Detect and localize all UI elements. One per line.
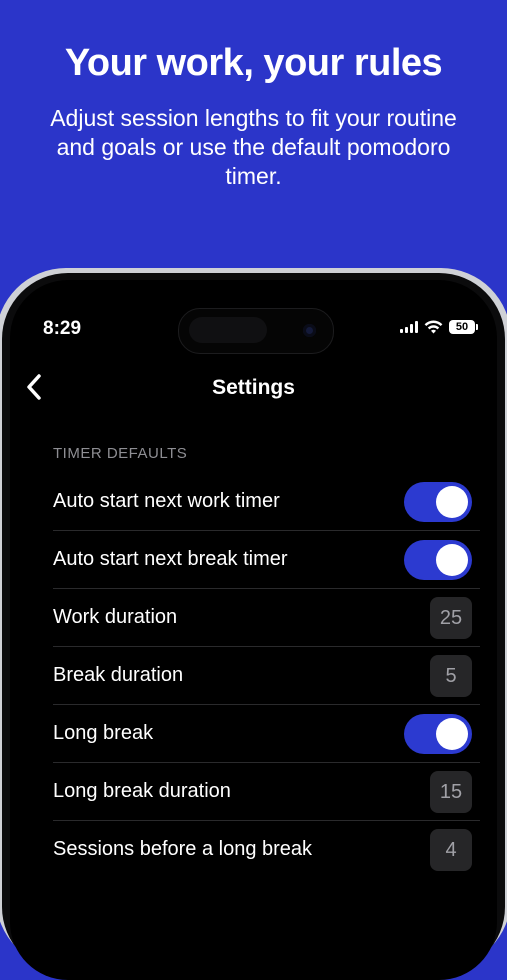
island-pill (189, 317, 267, 343)
setting-row-auto-start-break[interactable]: Auto start next break timer (53, 531, 480, 589)
page-title: Settings (212, 376, 295, 399)
work-duration-value[interactable]: 25 (430, 596, 472, 639)
setting-label: Work duration (53, 606, 178, 628)
sessions-before-long-break-value[interactable]: 4 (430, 828, 472, 871)
dynamic-island (178, 308, 334, 354)
long-break-toggle[interactable] (404, 713, 472, 754)
auto-start-work-toggle[interactable] (404, 481, 472, 522)
setting-row-auto-start-work[interactable]: Auto start next work timer (53, 473, 480, 531)
status-icons: 50 (400, 320, 478, 334)
settings-list: Auto start next work timer Auto start ne… (53, 473, 480, 878)
auto-start-break-toggle[interactable] (404, 539, 472, 580)
setting-row-long-break[interactable]: Long break (53, 705, 480, 763)
setting-label: Auto start next work timer (53, 490, 280, 512)
section-label: TIMER DEFAULTS (53, 445, 188, 462)
setting-label: Long break duration (53, 780, 231, 802)
cellular-signal-icon (400, 321, 418, 333)
status-time: 8:29 (43, 318, 82, 339)
battery-icon: 50 (449, 320, 478, 334)
wifi-icon (424, 320, 443, 334)
promo-subline: Adjust session lengths to fit your routi… (50, 105, 457, 189)
setting-label: Auto start next break timer (53, 548, 288, 570)
promo-headline: Your work, your rules (64, 42, 443, 84)
camera-icon (303, 324, 316, 337)
setting-row-long-break-duration[interactable]: Long break duration 15 (53, 763, 480, 821)
setting-row-break-duration[interactable]: Break duration 5 (53, 647, 480, 705)
break-duration-value[interactable]: 5 (430, 654, 472, 697)
setting-label: Break duration (53, 664, 184, 686)
setting-label: Sessions before a long break (53, 838, 313, 860)
phone-screen: 8:29 50 Settings TIMER DEFAULTS Auto sta… (10, 280, 497, 980)
setting-row-sessions-before-long-break[interactable]: Sessions before a long break 4 (53, 821, 480, 878)
setting-row-work-duration[interactable]: Work duration 25 (53, 589, 480, 647)
long-break-duration-value[interactable]: 15 (430, 770, 472, 813)
setting-label: Long break (53, 722, 154, 744)
